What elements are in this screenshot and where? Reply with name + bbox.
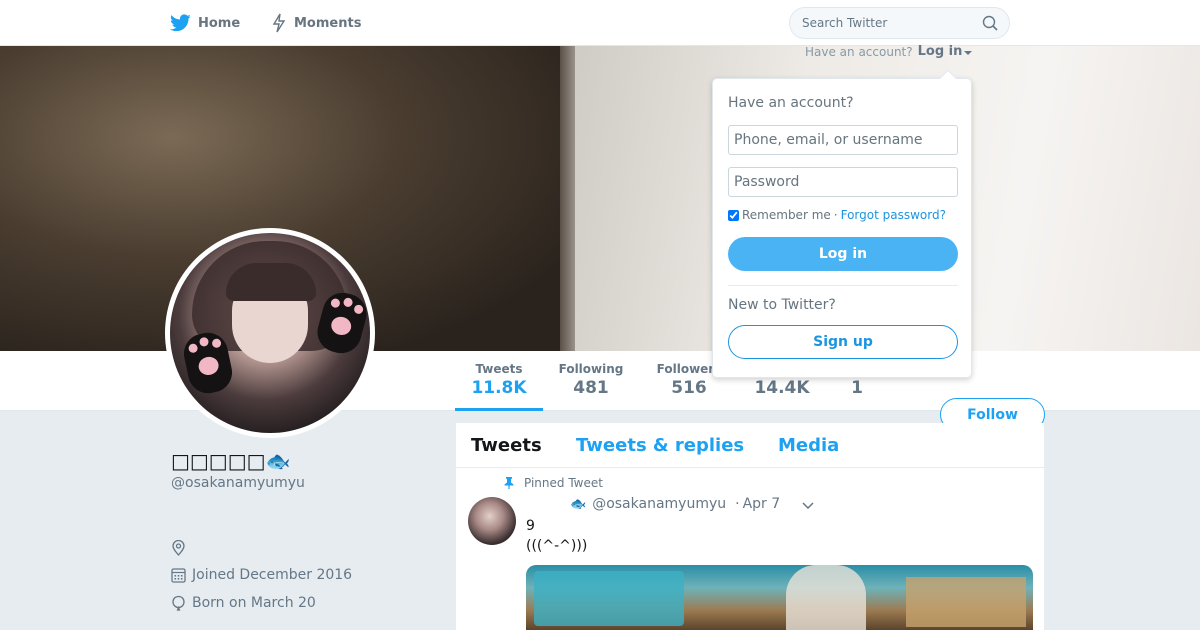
stat-following[interactable]: Following 481 [553,362,629,411]
tweet-header: 🐟 @osakanamyumyu · Apr 7 [526,496,780,512]
profile-name[interactable]: □□□□□ 🐟 [171,449,290,473]
pinned-tweet-label: Pinned Tweet [504,476,603,490]
avatar-image [170,233,370,433]
stat-tweets[interactable]: Tweets 11.8K [455,362,543,411]
lightning-icon [272,13,286,33]
calendar-icon [171,568,186,583]
profile-joined: Joined December 2016 [171,567,352,583]
tweet-separator: · [735,496,740,512]
login-button[interactable]: Log in [728,237,958,271]
search-box [789,7,1010,39]
timeline: Tweets Tweets & replies Media Pinned Twe… [456,423,1044,630]
top-navigation: Home Moments [0,0,1200,46]
tab-tweets-replies[interactable]: Tweets & replies [576,435,744,456]
twitter-bird-icon [170,14,191,32]
search-input[interactable] [790,8,980,38]
divider [728,285,958,286]
tweet-author-avatar[interactable] [468,497,516,545]
nav-home-label: Home [198,15,241,31]
nav-moments-label: Moments [294,15,362,31]
new-to-twitter-text: New to Twitter? [728,297,836,313]
profile-location [171,540,186,556]
profile-handle[interactable]: @osakanamyumyu [171,475,305,491]
remember-me-row: Remember me · Forgot password? [728,208,946,222]
nav-home[interactable]: Home [170,0,240,46]
stat-value: 11.8K [471,378,527,398]
chevron-down-icon[interactable] [801,500,815,510]
timeline-tabs: Tweets Tweets & replies Media [456,423,1044,468]
stat-label: Following [558,362,624,376]
stat-value: 1 [851,378,863,398]
tweet-author-handle[interactable]: @osakanamyumyu [592,496,726,512]
separator-dot: · [833,208,838,222]
caret-down-icon [964,51,973,55]
tweet-media-image[interactable] [526,565,1033,630]
profile-avatar[interactable] [165,228,375,438]
login-link-label: Log in [917,44,963,59]
tweet-text: 9 (((^-^))) [526,518,588,554]
login-prompt-text: Have an account? [805,44,913,59]
balloon-icon [172,595,185,611]
forgot-password-link[interactable]: Forgot password? [841,208,946,222]
remember-me-label[interactable]: Remember me [742,208,831,222]
remember-me-checkbox[interactable] [728,209,739,221]
profile-birthday: Born on March 20 [171,595,316,611]
tab-tweets[interactable]: Tweets [471,435,542,456]
pin-icon [504,477,514,489]
stat-label: Tweets [475,362,523,376]
tweet-date[interactable]: Apr 7 [743,496,781,512]
joined-text: Joined December 2016 [192,567,353,583]
login-prompt: Have an account? Log in [805,44,973,59]
pinned-label-text: Pinned Tweet [524,476,603,490]
fish-emoji-icon: 🐟 [570,496,587,512]
search-icon[interactable] [982,15,998,31]
birthday-text: Born on March 20 [192,595,316,611]
stat-value: 516 [671,378,707,398]
nav-moments[interactable]: Moments [271,0,361,46]
username-field[interactable] [728,125,958,155]
tab-media[interactable]: Media [778,435,839,456]
login-dropdown-title: Have an account? [728,95,854,111]
location-pin-icon [172,540,185,556]
login-dropdown-toggle[interactable]: Log in [918,44,973,59]
profile-name-text: □□□□□ [171,449,266,473]
login-dropdown: Have an account? Remember me · Forgot pa… [712,69,972,378]
stat-value: 14.4K [754,378,810,398]
password-field[interactable] [728,167,958,197]
fish-emoji-icon: 🐟 [265,449,291,473]
stat-value: 481 [573,378,609,398]
signup-button[interactable]: Sign up [728,325,958,359]
